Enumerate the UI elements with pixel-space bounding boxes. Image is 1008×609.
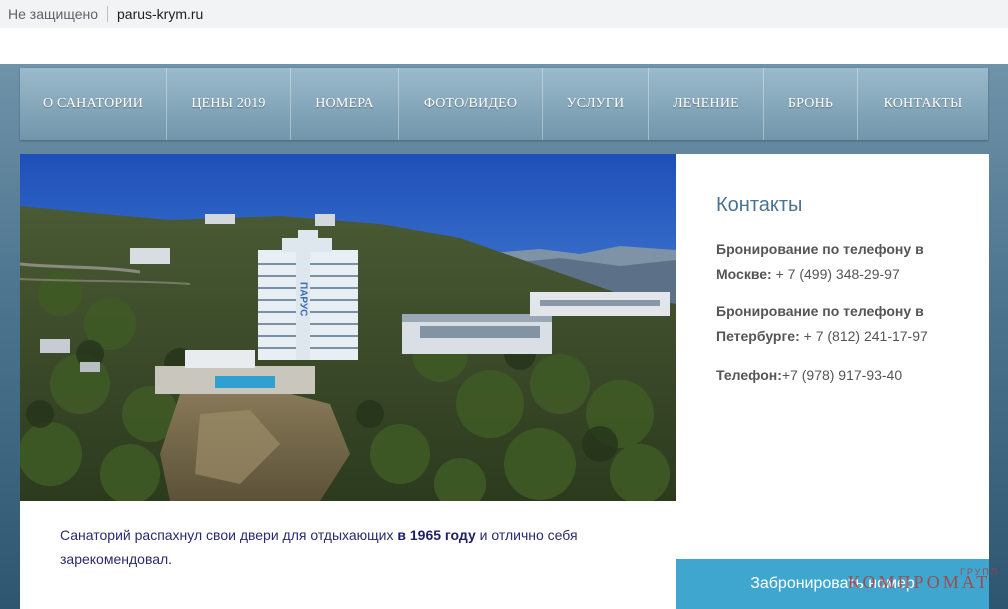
nav-item-photo-video[interactable]: ФОТО/ВИДЕО (399, 68, 543, 140)
nav-label: О САНАТОРИИ (42, 96, 144, 111)
contacts-title: Контакты (716, 194, 803, 216)
main-nav: О САНАТОРИИ ЦЕНЫ 2019 НОМЕРА ФОТО/ВИДЕО … (20, 68, 988, 140)
address-separator (107, 6, 108, 22)
contact-phone: Телефон:+7 (978) 917-93-40 (716, 363, 949, 388)
hero-illustration: ПАРУС (20, 154, 676, 501)
hero-caption: Санаторий распахнул свои двери для отдых… (20, 501, 676, 609)
contacts-card: Контакты Бронирование по телефону в Моск… (676, 154, 989, 559)
header-strip (0, 28, 1008, 64)
contact-phone-label: Телефон: (716, 367, 782, 383)
caption-text-bold: в 1965 году (397, 527, 476, 543)
nav-label: КОНТАКТЫ (883, 96, 963, 111)
contact-moscow: Бронирование по телефону в Москве: + 7 (… (716, 237, 949, 287)
nav-label: НОМЕРА (315, 96, 374, 111)
nav-item-contacts[interactable]: КОНТАКТЫ (858, 68, 988, 140)
contact-spb-phone[interactable]: + 7 (812) 241-17-97 (800, 328, 928, 344)
book-room-label: Забронировать номер (750, 575, 915, 592)
nav-item-rooms[interactable]: НОМЕРА (291, 68, 399, 140)
nav-label: ФОТО/ВИДЕО (423, 96, 518, 111)
contact-phone-value[interactable]: +7 (978) 917-93-40 (782, 367, 902, 383)
building-sign: ПАРУС (298, 282, 309, 316)
hero-photo: ПАРУС (20, 154, 676, 501)
caption-text-start: Санаторий распахнул свои двери для отдых… (60, 527, 398, 543)
nav-item-treatment[interactable]: ЛЕЧЕНИЕ (649, 68, 764, 140)
security-indicator[interactable]: Не защищено (8, 6, 98, 22)
book-room-button[interactable]: Забронировать номер (676, 559, 989, 609)
nav-label: УСЛУГИ (566, 96, 625, 111)
nav-item-prices[interactable]: ЦЕНЫ 2019 (167, 68, 291, 140)
nav-label: ЦЕНЫ 2019 (191, 96, 266, 111)
nav-label: БРОНЬ (787, 96, 834, 111)
nav-item-about[interactable]: О САНАТОРИИ (20, 68, 167, 140)
address-bar[interactable]: Не защищено parus-krym.ru (0, 0, 1008, 28)
nav-item-booking[interactable]: БРОНЬ (764, 68, 858, 140)
contact-moscow-phone[interactable]: + 7 (499) 348-29-97 (772, 266, 900, 282)
nav-label: ЛЕЧЕНИЕ (673, 96, 739, 111)
contact-spb: Бронирование по телефону в Петербурге: +… (716, 299, 949, 349)
nav-item-services[interactable]: УСЛУГИ (543, 68, 649, 140)
url-text[interactable]: parus-krym.ru (117, 6, 203, 22)
